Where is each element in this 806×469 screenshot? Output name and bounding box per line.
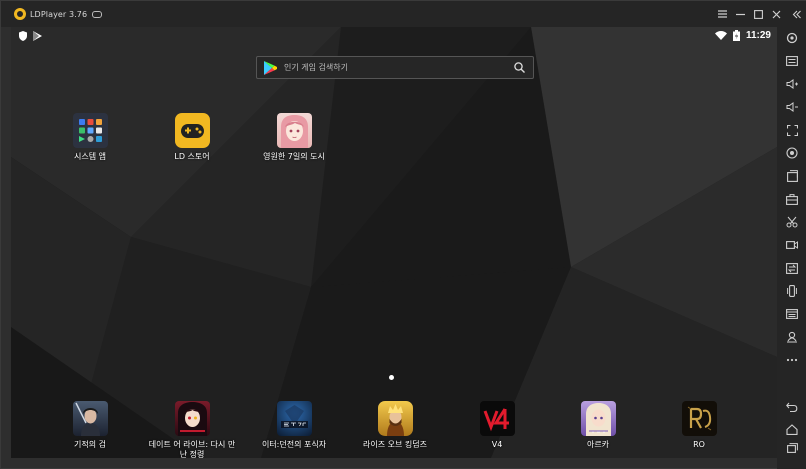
shield-icon bbox=[19, 31, 27, 41]
settings-button[interactable] bbox=[783, 30, 801, 46]
system-apps-folder-icon bbox=[72, 113, 108, 148]
app-sword-of-miracle[interactable]: 기적의 검 bbox=[45, 401, 135, 450]
wallpaper bbox=[11, 27, 777, 458]
wifi-icon bbox=[714, 31, 727, 40]
record-icon bbox=[786, 147, 798, 159]
maximize-button[interactable] bbox=[749, 1, 767, 27]
app-label: LD 스토어 bbox=[174, 152, 210, 161]
game-arca-icon bbox=[580, 401, 616, 436]
install-apk-button[interactable] bbox=[783, 168, 801, 184]
emulator-toolbar bbox=[777, 27, 806, 469]
game-ro-icon bbox=[681, 401, 717, 436]
recent-apps-icon bbox=[786, 443, 798, 453]
title-bar: LDPlayer 3.76 bbox=[1, 1, 806, 27]
game-warrior-icon bbox=[72, 401, 108, 436]
more-dots-icon bbox=[786, 358, 798, 362]
more-button[interactable] bbox=[783, 352, 801, 368]
menu-button[interactable] bbox=[713, 1, 731, 27]
minimize-button[interactable] bbox=[731, 1, 749, 27]
game-rise-of-kingdoms-icon bbox=[377, 401, 413, 436]
app-ro[interactable]: RO bbox=[654, 401, 744, 450]
ld-store-icon bbox=[174, 113, 210, 148]
app-date-a-live[interactable]: 데이트 어 라이브: 다시 만 난 정령 bbox=[147, 401, 237, 458]
gear-icon bbox=[786, 32, 798, 44]
app-label: V4 bbox=[491, 440, 503, 449]
volume-up-icon bbox=[786, 79, 798, 89]
back-arrow-icon bbox=[786, 402, 798, 412]
game-date-a-live-icon bbox=[174, 401, 210, 436]
close-button[interactable] bbox=[767, 1, 785, 27]
video-icon bbox=[786, 241, 798, 249]
apk-icon bbox=[786, 170, 798, 182]
app-label: 아르카 bbox=[586, 440, 610, 449]
volume-up-button[interactable] bbox=[783, 76, 801, 92]
google-play-icon bbox=[264, 61, 277, 75]
status-clock: 11:29 bbox=[745, 30, 771, 41]
multi-instance-button[interactable] bbox=[783, 306, 801, 322]
search-icon[interactable] bbox=[514, 62, 525, 73]
home-icon bbox=[786, 423, 798, 435]
game-anime-girl-icon bbox=[276, 113, 312, 148]
app-label: 시스템 앱 bbox=[74, 152, 106, 161]
location-button[interactable] bbox=[783, 329, 801, 345]
keyboard-icon bbox=[786, 56, 798, 66]
app-label: 이터:던전의 포식자 bbox=[261, 440, 327, 449]
play-store-notification-icon bbox=[33, 31, 42, 41]
app-arca[interactable]: 아르카 bbox=[553, 401, 643, 450]
scissors-icon bbox=[786, 216, 798, 228]
android-screen[interactable]: 11:29 인기 게임 검색하기 시스템 앱 LD 스토어 영원한 7일의 도시… bbox=[11, 27, 777, 458]
game-v4-icon bbox=[479, 401, 515, 436]
phone-shake-icon bbox=[787, 285, 797, 297]
sync-button[interactable] bbox=[783, 260, 801, 276]
back-button[interactable] bbox=[783, 399, 801, 415]
volume-down-icon bbox=[786, 102, 798, 112]
ldplayer-logo-icon bbox=[14, 8, 26, 20]
operation-record-button[interactable] bbox=[783, 145, 801, 161]
status-bar: 11:29 bbox=[11, 27, 777, 47]
sync-icon bbox=[786, 262, 798, 274]
app-ld-store[interactable]: LD 스토어 bbox=[147, 113, 237, 162]
app-label: 영원한 7일의 도시 bbox=[263, 152, 325, 161]
game-eater-icon bbox=[276, 401, 312, 436]
emulator-window: LDPlayer 3.76 11:29 인기 게임 검색하기 시스템 앱 LD … bbox=[0, 0, 806, 469]
shared-folder-button[interactable] bbox=[783, 191, 801, 207]
fullscreen-button[interactable] bbox=[783, 122, 801, 138]
window-controls bbox=[713, 1, 806, 27]
multi-window-icon bbox=[786, 309, 798, 319]
app-label: 라이즈 오브 킹덤즈 bbox=[363, 440, 427, 449]
page-indicator bbox=[389, 375, 394, 380]
app-rise-of-kingdoms[interactable]: 라이즈 오브 킹덤즈 bbox=[350, 401, 440, 450]
app-system-apps[interactable]: 시스템 앱 bbox=[45, 113, 135, 162]
app-eater[interactable]: 이터:던전의 포식자 bbox=[249, 401, 339, 450]
person-location-icon bbox=[787, 331, 797, 343]
app-v4[interactable]: V4 bbox=[452, 401, 542, 450]
folder-icon bbox=[786, 193, 798, 205]
window-title: LDPlayer 3.76 bbox=[30, 9, 88, 19]
volume-down-button[interactable] bbox=[783, 99, 801, 115]
recent-apps-button[interactable] bbox=[783, 440, 801, 456]
screenshot-button[interactable] bbox=[783, 214, 801, 230]
battery-icon bbox=[732, 30, 740, 41]
app-eternal-city[interactable]: 영원한 7일의 도시 bbox=[249, 113, 339, 162]
video-record-button[interactable] bbox=[783, 237, 801, 253]
search-placeholder: 인기 게임 검색하기 bbox=[284, 63, 348, 72]
home-button[interactable] bbox=[783, 421, 801, 437]
app-label: 기적의 검 bbox=[74, 440, 106, 449]
gamepad-icon[interactable] bbox=[92, 10, 103, 18]
game-search-bar[interactable]: 인기 게임 검색하기 bbox=[256, 56, 534, 79]
app-label: RO bbox=[693, 440, 705, 449]
fullscreen-icon bbox=[786, 124, 798, 136]
shake-button[interactable] bbox=[783, 283, 801, 299]
app-label: 데이트 어 라이브: 다시 만 난 정령 bbox=[148, 440, 236, 458]
keyboard-button[interactable] bbox=[783, 53, 801, 69]
collapse-sidebar-button[interactable] bbox=[785, 1, 806, 27]
